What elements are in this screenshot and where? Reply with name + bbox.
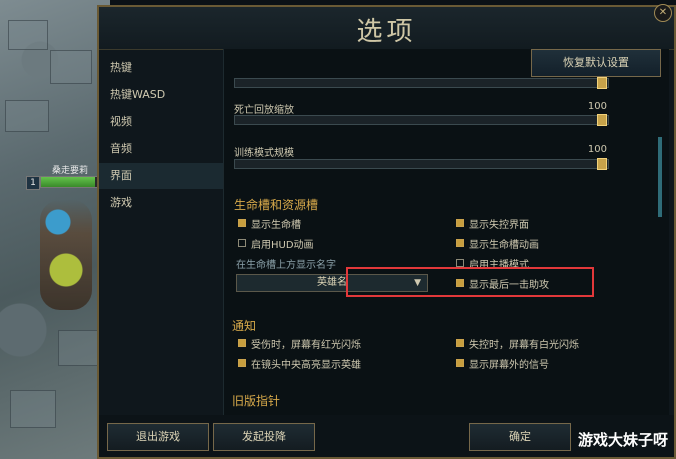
- floor-tile: [5, 100, 49, 132]
- player-level: 1: [26, 176, 40, 190]
- scrollbar[interactable]: [658, 137, 662, 217]
- dialog-title: 选项: [356, 17, 417, 47]
- option-label: 显示生命槽动画: [469, 240, 539, 251]
- options-sidebar: 热键 热键WASD 视频 音频 界面 游戏: [99, 49, 223, 429]
- checkbox-streamer-mode[interactable]: [456, 259, 464, 267]
- training-scale-slider[interactable]: [234, 159, 609, 169]
- sidebar-item-audio[interactable]: 音频: [99, 136, 223, 162]
- section-title: 通知: [232, 319, 257, 333]
- quit-game-button[interactable]: 退出游戏: [107, 423, 209, 451]
- option-label: 启用HUD动画: [251, 240, 314, 251]
- reset-defaults-button[interactable]: 恢复默认设置: [531, 49, 661, 77]
- option-label: 失控时，屏幕有白光闪烁: [469, 340, 579, 351]
- section-title: 生命槽和资源槽: [234, 198, 319, 212]
- floor-tile: [58, 330, 100, 366]
- slider-value: 100: [587, 101, 607, 112]
- section-title: 旧版指针: [232, 394, 281, 408]
- sidebar-item-hotkeys-wasd[interactable]: 热键WASD: [99, 82, 223, 108]
- checkbox-highlight-hero[interactable]: [238, 359, 246, 367]
- slider-handle[interactable]: [597, 77, 607, 89]
- sidebar-item-interface[interactable]: 界面: [99, 163, 223, 189]
- health-fill: [41, 177, 95, 187]
- slider-handle[interactable]: [597, 114, 607, 126]
- slider-label: 训练模式规模: [234, 148, 294, 159]
- champion-sprite: [40, 200, 92, 310]
- option-label: 受伤时，屏幕有红光闪烁: [251, 340, 361, 351]
- checkbox-hud-animation[interactable]: [238, 239, 246, 247]
- player-name: 桑走要莉: [52, 166, 89, 176]
- options-dialog: 选项 ✕ 热键 热键WASD 视频 音频 界面 游戏 恢复默认设置 死亡回放缩放…: [97, 4, 676, 459]
- watermark-text: 游戏大妹子呀: [577, 431, 668, 449]
- close-icon[interactable]: ✕: [654, 4, 672, 22]
- title-bar: 选项 ✕: [99, 4, 674, 50]
- options-content: 恢复默认设置 死亡回放缩放 100 训练模式规模 100 生命槽和资源槽 显示生…: [223, 49, 669, 417]
- checkbox-cc-flash[interactable]: [456, 339, 464, 347]
- sidebar-item-game[interactable]: 游戏: [99, 190, 223, 216]
- option-label: 在镜头中央高亮显示英雄: [251, 360, 361, 371]
- annotation-highlight: [346, 267, 594, 297]
- sidebar-item-hotkeys[interactable]: 热键: [99, 55, 223, 81]
- checkbox-health-bar-animation[interactable]: [456, 239, 464, 247]
- slider-handle[interactable]: [597, 158, 607, 170]
- option-label: 显示屏幕外的信号: [469, 360, 549, 371]
- floor-tile: [50, 50, 92, 84]
- nameplate-label: 在生命槽上方显示名字: [236, 260, 336, 271]
- slider-track[interactable]: [234, 78, 609, 88]
- floor-tile: [10, 390, 56, 428]
- option-label: 显示失控界面: [469, 220, 529, 231]
- slider-value: 100: [587, 144, 607, 155]
- confirm-button[interactable]: 确定: [469, 423, 571, 451]
- checkbox-damage-flash[interactable]: [238, 339, 246, 347]
- dropdown-value: 英雄名: [317, 277, 347, 288]
- option-label: 显示生命槽: [251, 220, 301, 231]
- checkbox-show-cc-ui[interactable]: [456, 219, 464, 227]
- checkbox-offscreen-pings[interactable]: [456, 359, 464, 367]
- sidebar-item-video[interactable]: 视频: [99, 109, 223, 135]
- surrender-button[interactable]: 发起投降: [213, 423, 315, 451]
- death-replay-scale-slider[interactable]: [234, 115, 609, 125]
- checkbox-show-health-bar[interactable]: [238, 219, 246, 227]
- slider-label: 死亡回放缩放: [234, 105, 294, 116]
- player-health-bar: [40, 176, 102, 188]
- floor-tile: [8, 20, 48, 50]
